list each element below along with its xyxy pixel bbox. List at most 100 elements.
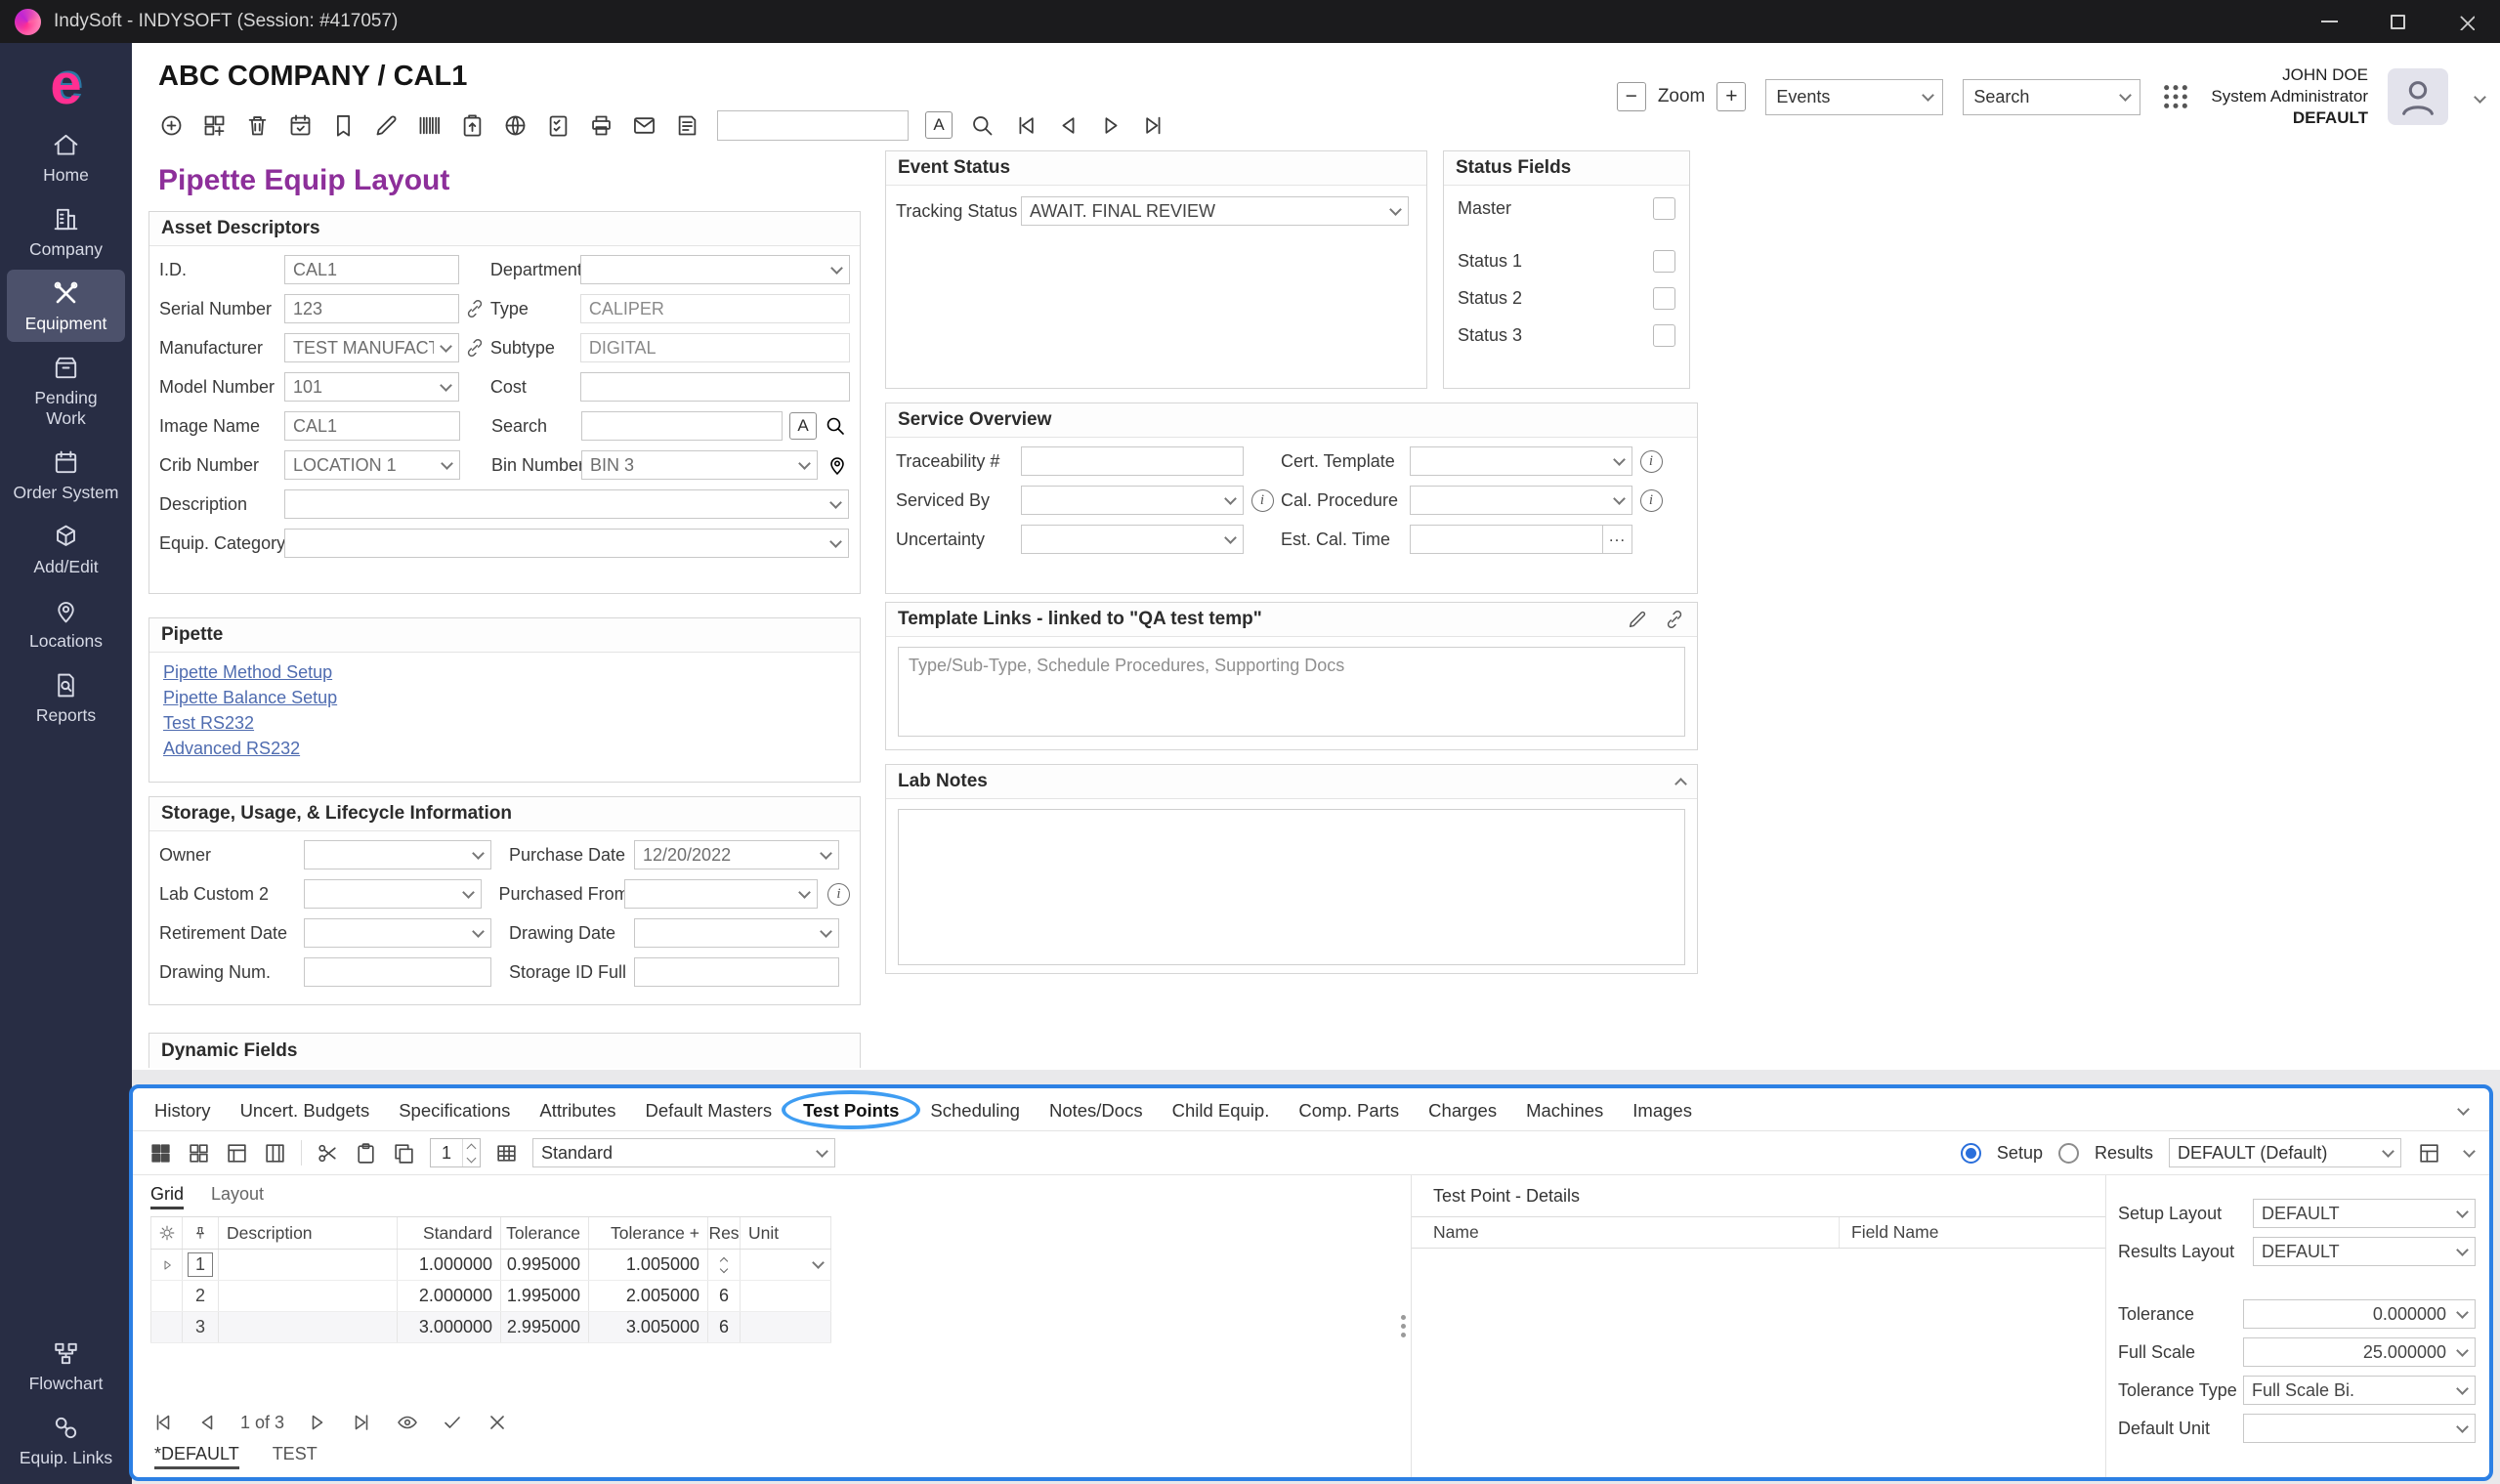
cell-resolution[interactable]: 6 — [708, 1312, 741, 1342]
ellipsis-button[interactable] — [1603, 525, 1632, 554]
note-icon[interactable] — [674, 112, 700, 139]
sidebar-item-flowchart[interactable]: Flowchart — [7, 1330, 125, 1402]
cell-tolerance-plus[interactable]: 1.005000 — [589, 1250, 708, 1280]
collapse-chevron-icon[interactable] — [1674, 778, 1687, 790]
add-record-icon[interactable] — [158, 112, 185, 139]
cell-tolerance-plus[interactable]: 3.005000 — [589, 1312, 708, 1342]
grid-tab[interactable]: Grid — [150, 1184, 184, 1209]
cell-tolerance-minus[interactable]: 1.995000 — [501, 1281, 589, 1311]
grid-row-2[interactable]: 2 2.000000 1.995000 2.005000 6 — [150, 1281, 831, 1312]
details-empty-body[interactable] — [1412, 1249, 2105, 1477]
layout-tab[interactable]: Layout — [211, 1184, 264, 1209]
cell-tolerance-minus[interactable]: 2.995000 — [501, 1312, 589, 1342]
web-link-icon[interactable] — [502, 112, 529, 139]
template-links-content[interactable]: Type/Sub-Type, Schedule Procedures, Supp… — [898, 647, 1685, 737]
cell-unit[interactable] — [741, 1250, 831, 1280]
equip-category-dropdown[interactable] — [284, 529, 849, 558]
close-button[interactable] — [2432, 0, 2500, 43]
col-resolution[interactable]: Res — [708, 1217, 741, 1249]
status2-checkbox[interactable] — [1653, 287, 1675, 310]
auto-search-button[interactable]: A — [789, 412, 817, 440]
search-icon[interactable] — [824, 414, 847, 438]
sidebar-item-reports[interactable]: Reports — [7, 661, 125, 734]
column-view-icon[interactable] — [263, 1141, 287, 1166]
next-record-icon[interactable] — [1098, 112, 1124, 139]
panel-collapse-button[interactable] — [2451, 1109, 2468, 1114]
minimize-button[interactable] — [2295, 0, 2363, 43]
confirm-check-icon[interactable] — [441, 1411, 464, 1434]
bookmark-icon[interactable] — [330, 112, 357, 139]
pin-icon[interactable] — [192, 1225, 208, 1241]
maximize-button[interactable] — [2363, 0, 2432, 43]
quick-search-input[interactable] — [717, 110, 909, 141]
cell-tolerance-minus[interactable]: 0.995000 — [501, 1250, 589, 1280]
drawing-num-input[interactable] — [304, 957, 491, 987]
checklist-icon[interactable] — [545, 112, 572, 139]
search-icon[interactable] — [969, 112, 996, 139]
cell-standard[interactable]: 2.000000 — [398, 1281, 501, 1311]
info-icon[interactable] — [1640, 489, 1663, 512]
default-layout-dropdown[interactable]: DEFAULT (Default) — [2169, 1138, 2401, 1167]
sidebar-item-equip-links[interactable]: Equip. Links — [7, 1404, 125, 1476]
tolerance-dropdown[interactable]: 0.000000 — [2243, 1299, 2476, 1329]
lab-notes-content[interactable] — [898, 809, 1685, 965]
pipette-balance-setup-link[interactable]: Pipette Balance Setup — [163, 688, 846, 708]
cell-unit[interactable] — [741, 1312, 831, 1342]
bin-dropdown[interactable]: BIN 3 — [581, 450, 818, 480]
tab-attributes[interactable]: Attributes — [539, 1100, 615, 1122]
tab-child-equip[interactable]: Child Equip. — [1172, 1100, 1270, 1122]
delete-record-icon[interactable] — [244, 112, 271, 139]
sheet-tab-test[interactable]: TEST — [273, 1444, 318, 1469]
layout-options-icon[interactable] — [2417, 1141, 2441, 1166]
type-field[interactable]: CALIPER — [580, 294, 850, 323]
storage-id-input[interactable] — [634, 957, 839, 987]
subtype-field[interactable]: DIGITAL — [580, 333, 850, 362]
info-icon[interactable] — [1251, 489, 1274, 512]
crib-dropdown[interactable]: LOCATION 1 — [284, 450, 460, 480]
chevron-down-icon[interactable] — [2463, 1145, 2476, 1158]
edit-icon[interactable] — [373, 112, 400, 139]
sidebar-item-home[interactable]: Home — [7, 121, 125, 193]
grid-layout-dropdown[interactable]: Standard — [532, 1138, 835, 1167]
previous-page-icon[interactable] — [195, 1411, 219, 1434]
export-icon[interactable] — [459, 112, 486, 139]
sidebar-item-locations[interactable]: Locations — [7, 587, 125, 659]
info-icon[interactable] — [1640, 450, 1663, 473]
cell-description[interactable] — [219, 1281, 398, 1311]
serial-input[interactable]: 123 — [284, 294, 459, 323]
master-checkbox[interactable] — [1653, 197, 1675, 220]
expand-row-icon[interactable] — [159, 1257, 175, 1273]
purchased-from-dropdown[interactable] — [624, 879, 818, 909]
col-standard[interactable]: Standard — [398, 1217, 501, 1249]
uncertainty-dropdown[interactable] — [1021, 525, 1244, 554]
col-field-name[interactable]: Field Name — [1840, 1217, 1938, 1248]
cal-procedure-dropdown[interactable] — [1410, 486, 1632, 515]
location-pin-icon[interactable] — [826, 453, 849, 477]
traceability-input[interactable] — [1021, 446, 1244, 476]
apps-grid-icon[interactable] — [2160, 81, 2191, 112]
col-tolerance-minus[interactable]: Tolerance — [501, 1217, 589, 1249]
id-input[interactable]: CAL1 — [284, 255, 459, 284]
previous-record-icon[interactable] — [1055, 112, 1081, 139]
col-name[interactable]: Name — [1412, 1217, 1840, 1248]
test-rs232-link[interactable]: Test RS232 — [163, 713, 846, 734]
card-view-icon[interactable] — [187, 1141, 211, 1166]
results-radio[interactable] — [2058, 1143, 2079, 1164]
first-record-icon[interactable] — [1012, 112, 1038, 139]
barcode-icon[interactable] — [416, 112, 443, 139]
table-icon[interactable] — [494, 1141, 519, 1166]
col-unit[interactable]: Unit — [741, 1217, 831, 1249]
sidebar-item-company[interactable]: Company — [7, 195, 125, 268]
serviced-by-dropdown[interactable] — [1021, 486, 1244, 515]
purchase-date-dropdown[interactable]: 12/20/2022 — [634, 840, 839, 869]
tolerance-type-dropdown[interactable]: Full Scale Bi. — [2243, 1376, 2476, 1405]
auto-search-button[interactable]: A — [925, 111, 953, 139]
info-icon[interactable] — [827, 883, 850, 906]
email-icon[interactable] — [631, 112, 657, 139]
settings-icon[interactable] — [158, 1224, 176, 1242]
asset-search-input[interactable] — [581, 411, 783, 441]
tracking-status-dropdown[interactable]: AWAIT. FINAL REVIEW — [1021, 196, 1409, 226]
tab-charges[interactable]: Charges — [1428, 1100, 1497, 1122]
search-dropdown[interactable]: Search — [1963, 79, 2140, 115]
stepper-arrows-icon[interactable] — [462, 1139, 480, 1166]
